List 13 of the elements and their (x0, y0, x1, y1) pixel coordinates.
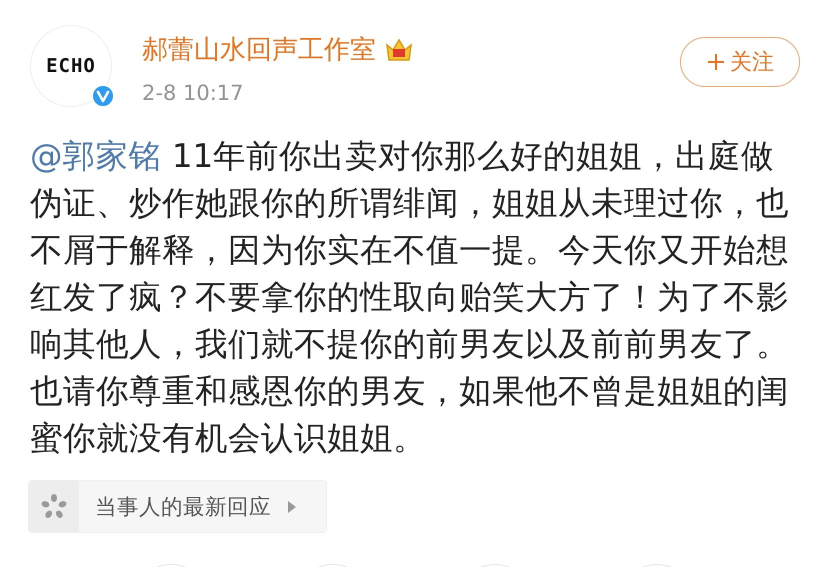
plus-icon (706, 52, 726, 72)
post-text: @郭家铭 11年前你出卖对你那么好的姐姐，出庭做伪证、炒作她跟你的所谓绯闻，姐姐从未理过你，也不屑于解释，因为你实在不值一提。今天你又开始想红发了疯？不要拿你的性取向贻笑大方了！为了不影响其他人，我们就不提你的前男友以及前前男友了。也请你尊重和感恩你的男友，如果他不曾是姐姐的闺蜜你就没有机会认识姐姐。 (30, 136, 790, 459)
dots-icon (40, 492, 68, 520)
post-time: 2-8 10:17 (142, 81, 244, 105)
follow-button[interactable]: 关注 (680, 37, 800, 87)
crown-icon (384, 36, 414, 64)
arrow-icon (287, 500, 297, 514)
topic-label: 当事人的最新回应 (95, 494, 271, 521)
avatar[interactable]: ECHO (30, 25, 112, 107)
author-name[interactable]: 郝蕾山水回声工作室 (142, 33, 376, 67)
avatar-logo: ECHO (46, 55, 96, 77)
mention-link[interactable]: @郭家铭 (30, 137, 162, 175)
topic-card[interactable]: 当事人的最新回应 (28, 480, 327, 533)
